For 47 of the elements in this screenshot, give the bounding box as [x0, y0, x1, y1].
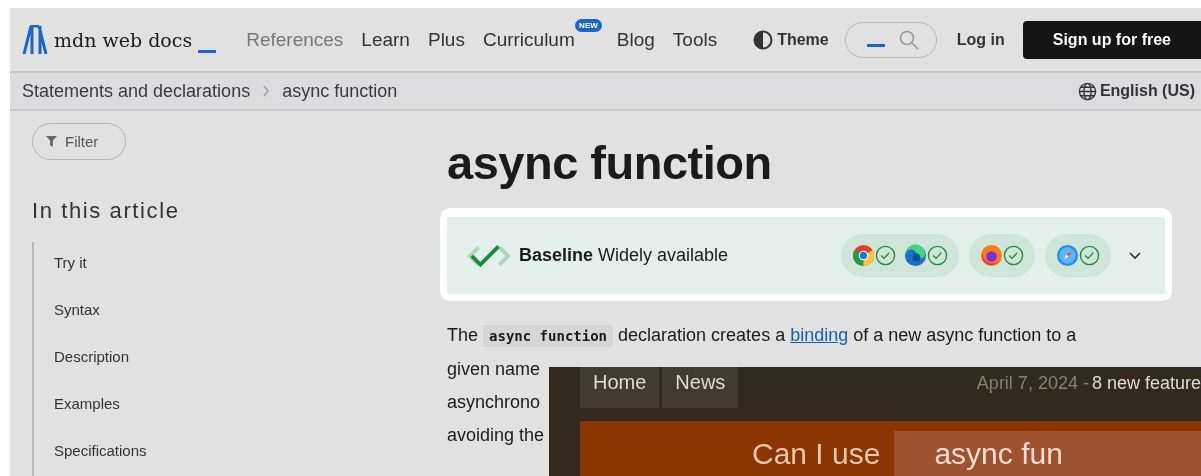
paragraph-line: avoiding the: [447, 425, 545, 445]
toc-link[interactable]: Syntax: [54, 301, 100, 318]
nav-link[interactable]: Curriculum: [482, 28, 575, 50]
new-badge: NEW: [575, 18, 602, 32]
paragraph-text: declaration creates a: [617, 325, 787, 345]
paragraph-line: asynchrono: [447, 392, 541, 412]
toc-heading: In this article: [32, 198, 181, 224]
nav-link[interactable]: Learn: [361, 28, 410, 50]
search-icon: [898, 29, 919, 50]
browser-icon: [904, 244, 927, 267]
paragraph-text: The: [447, 325, 480, 345]
logo-icon[interactable]: [22, 24, 48, 55]
toc-link[interactable]: Examples: [54, 395, 120, 412]
toc-link[interactable]: Description: [54, 348, 130, 365]
query-field[interactable]: async fun: [894, 431, 1201, 476]
nav-link[interactable]: Tools: [672, 28, 718, 50]
paragraph-text: of a new async function to a: [852, 325, 1077, 345]
browser-icon: [980, 244, 1003, 267]
site-title: Can I use: [752, 436, 881, 471]
logo-text[interactable]: mdn web docs: [54, 28, 193, 51]
page-title: async function: [447, 135, 773, 190]
toc-link[interactable]: Specifications: [54, 442, 147, 459]
baseline-label: Baseline Widely available: [519, 245, 730, 266]
breadcrumb-link[interactable]: async function: [282, 80, 398, 102]
signup-button[interactable]: Sign up for free: [1022, 20, 1201, 59]
text-link[interactable]: binding: [790, 325, 849, 345]
chevron-right-icon: [262, 85, 271, 97]
cursor-icon: [198, 50, 217, 53]
nav-link[interactable]: Plus: [427, 28, 465, 50]
paragraph-line: given name: [447, 359, 541, 379]
breadcrumb-link[interactable]: Statements and declarations: [22, 80, 251, 102]
login-button[interactable]: Log in: [956, 30, 1005, 49]
browser-icon: [852, 244, 875, 267]
news-headline[interactable]: 8 new feature: [1091, 367, 1201, 394]
inline-code: async function: [483, 325, 614, 347]
toc-link[interactable]: Try it: [54, 254, 87, 271]
contrast-icon: [753, 29, 774, 50]
language-button[interactable]: English (US): [1077, 81, 1195, 101]
overlay-nav-tab[interactable]: News: [662, 367, 739, 408]
globe-icon: [1077, 81, 1097, 101]
nav-link[interactable]: Blog: [616, 28, 655, 50]
news-date: April 7, 2024 -: [976, 372, 1089, 394]
filter-icon: [46, 136, 57, 147]
theme-button[interactable]: Theme: [753, 29, 829, 50]
baseline-check-icon: [467, 242, 511, 269]
browser-icon: [1056, 244, 1079, 267]
overlay-nav-tab[interactable]: Home: [580, 367, 660, 408]
